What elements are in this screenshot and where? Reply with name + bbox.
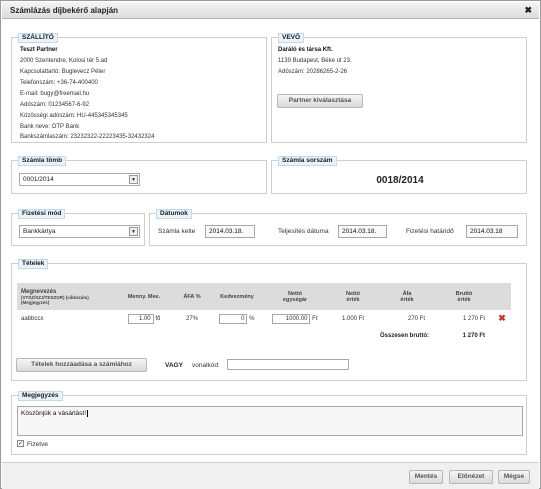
col-gross-header: Bruttó érték bbox=[435, 283, 493, 310]
buyer-tax-number: Adószám: 20286265-2-26 bbox=[278, 69, 348, 75]
due-date-field[interactable]: 2014.03.18 bbox=[466, 225, 518, 238]
supplier-tax-number: Adószám: 01234567-6-92 bbox=[20, 102, 90, 108]
items-legend: Tételek bbox=[18, 259, 49, 269]
close-icon[interactable]: ✖ bbox=[524, 5, 532, 16]
item-vat-value: 270 Ft bbox=[407, 315, 425, 322]
dates-legend: Dátumok bbox=[156, 209, 192, 219]
add-items-button[interactable]: Tételek hozzáadása a számlához bbox=[16, 358, 147, 372]
dialog-title: Számlázás díjbekérő alapján bbox=[10, 6, 119, 15]
item-gross-value: 1 270 Ft bbox=[462, 315, 485, 322]
col-discount-header: Kedvezmény bbox=[211, 283, 263, 310]
notes-legend: Megjegyzés bbox=[18, 391, 63, 401]
delete-row-icon[interactable]: ✖ bbox=[493, 310, 511, 327]
fulfilment-date-label: Teljesítés dátuma bbox=[278, 228, 329, 235]
invoice-block-value: 0001/2014 bbox=[23, 176, 54, 183]
col-net-value-sub: érték bbox=[346, 296, 360, 303]
item-net-value: 1.000 Ft bbox=[341, 315, 364, 322]
item-qty-input[interactable]: 1.00 bbox=[127, 313, 154, 324]
supplier-bank-name: Bank neve: OTP Bank bbox=[20, 124, 80, 130]
supplier-eu-tax-number: Közösségi adószám: HU-445345345345 bbox=[20, 113, 128, 119]
col-qty-header: Menny. Mee. bbox=[115, 283, 173, 310]
col-vat-header: ÁFA % bbox=[173, 283, 211, 310]
total-value: 1 270 Ft bbox=[462, 332, 485, 339]
checkmark-icon: ✓ bbox=[18, 441, 24, 447]
buyer-legend: VEVŐ bbox=[278, 33, 305, 43]
item-name: aabbccx bbox=[21, 315, 44, 322]
item-discount-input[interactable]: 0 bbox=[219, 313, 248, 324]
invoice-number-value: 0018/2014 bbox=[376, 175, 424, 186]
col-gross-sub: érték bbox=[457, 296, 471, 303]
preview-button[interactable]: Előnézet bbox=[449, 470, 493, 484]
item-vat: 27% bbox=[185, 315, 198, 322]
dialog-footer: Mentés Előnézet Mégse bbox=[2, 462, 539, 489]
select-partner-button[interactable]: Partner kiválasztása bbox=[277, 94, 363, 108]
col-name-sub2: (Megjegyzés) bbox=[21, 299, 50, 305]
item-qty-cell: 1.00 fő bbox=[115, 310, 173, 327]
item-net-unit-cell: 1000.00 Ft bbox=[263, 310, 327, 327]
buyer-address: 1139 Budapest, Béke út 23. bbox=[278, 58, 352, 64]
issue-date-label: Számla kelte bbox=[158, 228, 196, 235]
supplier-phone: Telefonszám: +36-74-400400 bbox=[20, 80, 98, 86]
col-vat-value-header: Áfa érték bbox=[379, 283, 435, 310]
supplier-address: 2000 Szentendre, Kolosi tér 5.ad bbox=[20, 58, 108, 64]
payment-method-legend: Fizetési mód bbox=[18, 209, 66, 219]
paid-label: Fizetve bbox=[27, 441, 48, 448]
supplier-name: Teszt Partner bbox=[20, 47, 58, 53]
save-button[interactable]: Mentés bbox=[409, 470, 443, 484]
barcode-input[interactable] bbox=[227, 359, 349, 370]
notes-textarea[interactable]: Köszönjük a vásárlást! bbox=[17, 406, 523, 436]
chevron-down-icon: ▼ bbox=[129, 175, 138, 184]
total-label: Összesen bruttó: bbox=[379, 332, 429, 339]
invoice-block-select[interactable]: 0001/2014 ▼ bbox=[19, 173, 140, 186]
col-net-unit-header: Nettó egységár bbox=[263, 283, 327, 310]
supplier-legend: SZÁLLÍTÓ bbox=[18, 33, 58, 43]
col-vat-value-sub: érték bbox=[400, 296, 414, 303]
chevron-down-icon: ▼ bbox=[129, 227, 138, 236]
cancel-button[interactable]: Mégse bbox=[498, 470, 530, 484]
col-action-header bbox=[493, 283, 511, 310]
items-table: Megnevezés (VTSZ/SZJ/TESZOR) (cikkszám) … bbox=[17, 283, 511, 344]
col-net-unit-sub: egységár bbox=[282, 296, 308, 303]
payment-method-select[interactable]: Bankkártya ▼ bbox=[19, 225, 140, 238]
invoice-block-legend: Számla tömb bbox=[18, 156, 67, 166]
invoice-block-panel: Számla tömb 0001/2014 ▼ bbox=[11, 156, 267, 194]
invoice-number-panel: Számla sorszám 0018/2014 bbox=[271, 156, 527, 194]
payment-method-value: Bankkártya bbox=[23, 228, 56, 235]
barcode-label: vonalkód: bbox=[192, 362, 220, 369]
item-unit: fő bbox=[155, 315, 161, 322]
item-net-unit-currency: Ft bbox=[312, 315, 318, 322]
supplier-panel: SZÁLLÍTÓ Teszt Partner 2000 Szentendre, … bbox=[11, 33, 267, 143]
item-discount-cell: 0 % bbox=[211, 310, 263, 327]
item-discount-unit: % bbox=[249, 315, 255, 322]
total-row: Összesen bruttó: 1 270 Ft bbox=[17, 327, 511, 344]
invoice-dialog: Számlázás díjbekérő alapján ✖ SZÁLLÍTÓ T… bbox=[0, 0, 541, 489]
dialog-titlebar: Számlázás díjbekérő alapján ✖ bbox=[2, 2, 539, 19]
issue-date-field[interactable]: 2014.03.18. bbox=[205, 225, 255, 238]
buyer-panel: VEVŐ Daráló és társa Kft. 1139 Budapest,… bbox=[271, 33, 527, 143]
dates-panel: Dátumok Számla kelte 2014.03.18. Teljesí… bbox=[149, 209, 527, 246]
buyer-name: Daráló és társa Kft. bbox=[278, 47, 333, 53]
or-label: VAGY bbox=[165, 362, 183, 369]
invoice-number-legend: Számla sorszám bbox=[278, 156, 337, 166]
paid-checkbox[interactable]: ✓ bbox=[17, 440, 24, 447]
supplier-contact: Kapcsolattartó: Buglevecz Péter bbox=[20, 69, 106, 75]
supplier-email: E-mail: bugy@freemail.hu bbox=[20, 91, 90, 97]
supplier-bank-account: Bankszámlaszám: 23232322-22223435-324323… bbox=[20, 134, 155, 140]
col-name-header: Megnevezés (VTSZ/SZJ/TESZOR) (cikkszám) … bbox=[17, 283, 115, 310]
notes-panel: Megjegyzés Köszönjük a vásárlást! ✓ Fize… bbox=[11, 391, 527, 455]
table-row: aabbccx 1.00 fő 27% 0 % 1000.00 Ft 1.000… bbox=[17, 310, 511, 327]
due-date-label: Fizetési határidő bbox=[406, 228, 454, 235]
col-net-value-header: Nettó érték bbox=[327, 283, 379, 310]
fulfilment-date-field[interactable]: 2014.03.18. bbox=[338, 225, 387, 238]
total-spacer bbox=[493, 327, 511, 344]
payment-method-panel: Fizetési mód Bankkártya ▼ bbox=[11, 209, 145, 246]
notes-text: Köszönjük a vásárlást! bbox=[21, 410, 87, 417]
item-net-unit-input[interactable]: 1000.00 bbox=[272, 313, 311, 324]
items-header-row: Megnevezés (VTSZ/SZJ/TESZOR) (cikkszám) … bbox=[17, 283, 511, 310]
